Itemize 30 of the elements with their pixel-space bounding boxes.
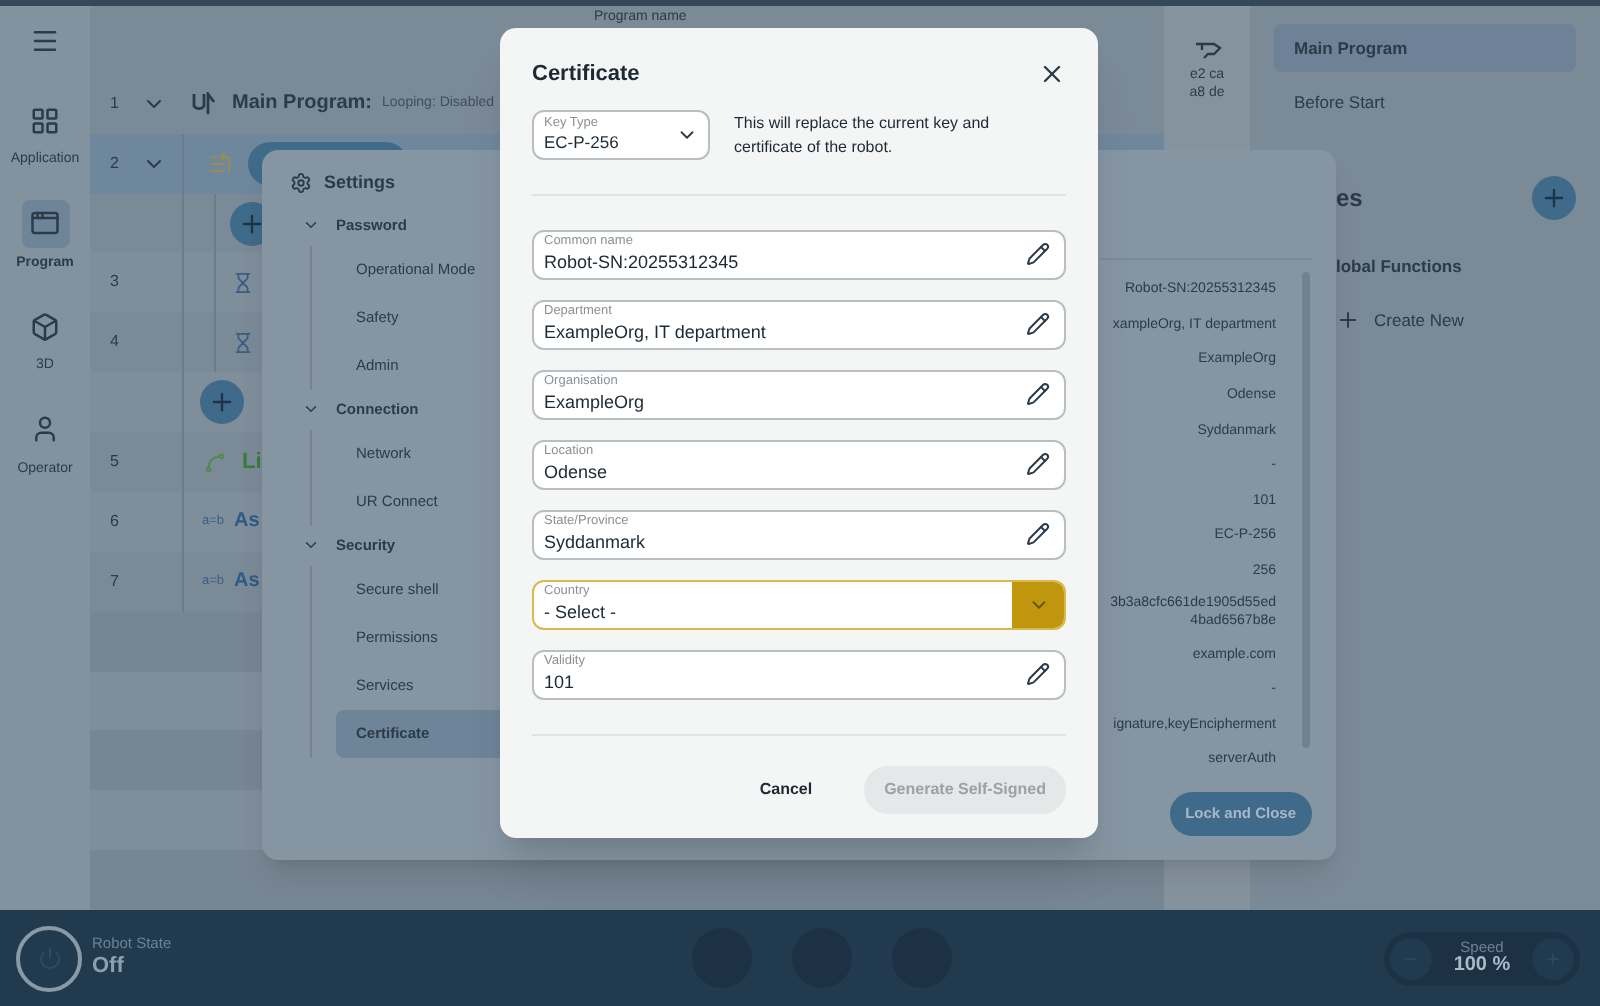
line-number: 7 bbox=[110, 569, 121, 594]
field-value: - Select - bbox=[544, 603, 619, 622]
program-tab[interactable]: Before Start bbox=[1274, 78, 1576, 126]
line-number: 4 bbox=[110, 330, 121, 355]
node-label: As bbox=[234, 568, 260, 597]
settings-title: Settings bbox=[324, 170, 396, 196]
field-value: ExampleOrg bbox=[544, 393, 647, 412]
node-label: As bbox=[234, 508, 260, 537]
line-number: 3 bbox=[110, 270, 121, 295]
field-value: Syddanmark bbox=[544, 533, 648, 552]
robot-state: Off bbox=[92, 953, 126, 982]
speed-value: 100 % bbox=[1453, 956, 1511, 977]
field-value: Odense bbox=[544, 463, 610, 482]
line-number: 2 bbox=[110, 151, 121, 176]
field-value: Robot-SN:20255312345 bbox=[544, 253, 741, 272]
create-new-link[interactable]: Create New bbox=[1274, 307, 1576, 333]
field-value: 101 bbox=[544, 673, 577, 692]
section-title: es bbox=[1336, 182, 1363, 216]
line-number: 6 bbox=[110, 509, 121, 534]
program-title: Main Program: bbox=[232, 90, 373, 119]
dialog-title: Certificate bbox=[532, 60, 640, 90]
field-value: EC-P-256 bbox=[544, 134, 621, 151]
group-title: lobal Functions bbox=[1334, 254, 1464, 280]
notice-text: This will replace the current key and certificate of the robot. bbox=[734, 111, 992, 159]
field-value: ExampleOrg, IT department bbox=[544, 323, 768, 342]
line-number: 1 bbox=[110, 91, 121, 116]
cancel-button[interactable]: Cancel bbox=[739, 765, 833, 813]
node-label: Li bbox=[242, 447, 262, 478]
line-number: 5 bbox=[110, 450, 121, 475]
program-tab[interactable]: Main Program bbox=[1274, 24, 1576, 72]
